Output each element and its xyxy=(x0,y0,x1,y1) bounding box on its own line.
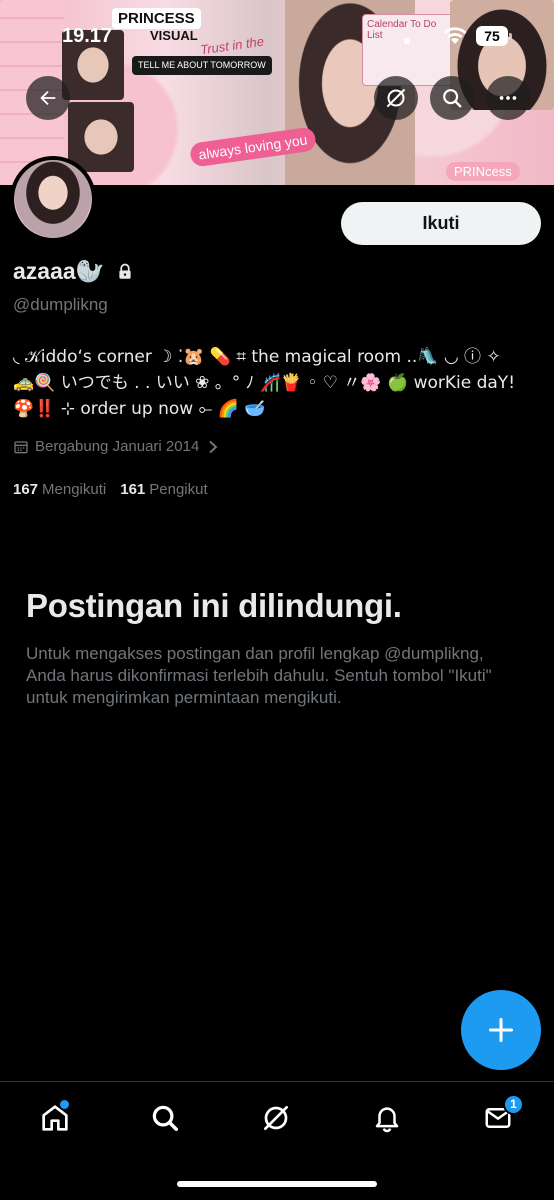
joined-date[interactable]: Bergabung Januari 2014 xyxy=(13,438,219,455)
bell-icon xyxy=(375,1107,399,1133)
tab-home[interactable] xyxy=(27,1098,83,1138)
home-notification-dot xyxy=(60,1100,69,1109)
tab-search[interactable] xyxy=(137,1098,193,1138)
protected-title: Postingan ini dilindungi. xyxy=(26,587,402,624)
bio: ◟ 𝒦iddo‘s corner ☽ ⁚🐹 💊 ⌗ the magical ro… xyxy=(13,344,543,422)
messages-badge: 1 xyxy=(503,1094,524,1115)
more-horizontal-icon xyxy=(499,96,517,100)
joined-label: Bergabung Januari 2014 xyxy=(35,438,200,455)
chevron-right-icon xyxy=(209,440,218,453)
avatar[interactable] xyxy=(10,156,96,242)
followers-link[interactable]: 161 Pengikut xyxy=(120,481,207,498)
grok-icon xyxy=(264,1106,288,1130)
handle: @dumplikng xyxy=(13,295,108,314)
calendar-icon xyxy=(14,440,28,453)
lock-icon xyxy=(119,263,131,279)
display-name: azaaa🦭 xyxy=(13,258,105,284)
banner-photo xyxy=(68,102,134,172)
follow-stats: 167 Mengikuti 161 Pengikut xyxy=(13,481,208,498)
home-indicator xyxy=(177,1181,377,1187)
followers-count: 161 xyxy=(120,481,146,498)
more-button[interactable] xyxy=(486,76,530,120)
following-count: 167 xyxy=(13,481,39,498)
compose-post-button[interactable] xyxy=(461,990,541,1070)
status-time: 19.17 xyxy=(62,25,113,47)
search-icon xyxy=(152,1105,178,1131)
battery-icon: 75 xyxy=(476,26,512,46)
status-bar: 19.17 75 xyxy=(0,0,554,60)
bio-line: ◟ 𝒦iddo‘s corner ☽ ⁚🐹 💊 ⌗ the magical ro… xyxy=(13,347,501,367)
followers-label: Pengikut xyxy=(149,481,208,498)
following-link[interactable]: 167 Mengikuti xyxy=(13,481,106,498)
wifi-icon xyxy=(443,27,467,44)
grok-button[interactable] xyxy=(374,76,418,120)
plus-icon xyxy=(488,1017,514,1043)
banner-sticker-princess-2: PRINcess xyxy=(446,162,520,181)
tab-messages[interactable]: 1 xyxy=(470,1094,526,1138)
arrow-left-icon xyxy=(40,90,56,106)
bio-line: 🍄‼️ ⊹ order up now ⟜ 🌈 🥣 xyxy=(13,399,266,419)
tab-notifications[interactable] xyxy=(359,1098,415,1138)
search-button[interactable] xyxy=(430,76,474,120)
protected-body: Untuk mengakses postingan dan profil len… xyxy=(26,644,492,707)
search-icon xyxy=(443,89,462,108)
follow-button[interactable]: Ikuti xyxy=(341,202,541,245)
back-button[interactable] xyxy=(26,76,70,120)
signal-icon xyxy=(404,38,410,44)
tab-grok[interactable] xyxy=(248,1098,304,1138)
bio-line: 🚕🍭 いつでも . . いい ❀ 。° ﾉ 🎢🍟 ◦ ♡ 〃🌸 🍏 worKie… xyxy=(13,373,516,393)
grok-icon xyxy=(387,89,405,107)
display-name-row: azaaa🦭 xyxy=(13,258,134,285)
following-label: Mengikuti xyxy=(42,481,107,498)
